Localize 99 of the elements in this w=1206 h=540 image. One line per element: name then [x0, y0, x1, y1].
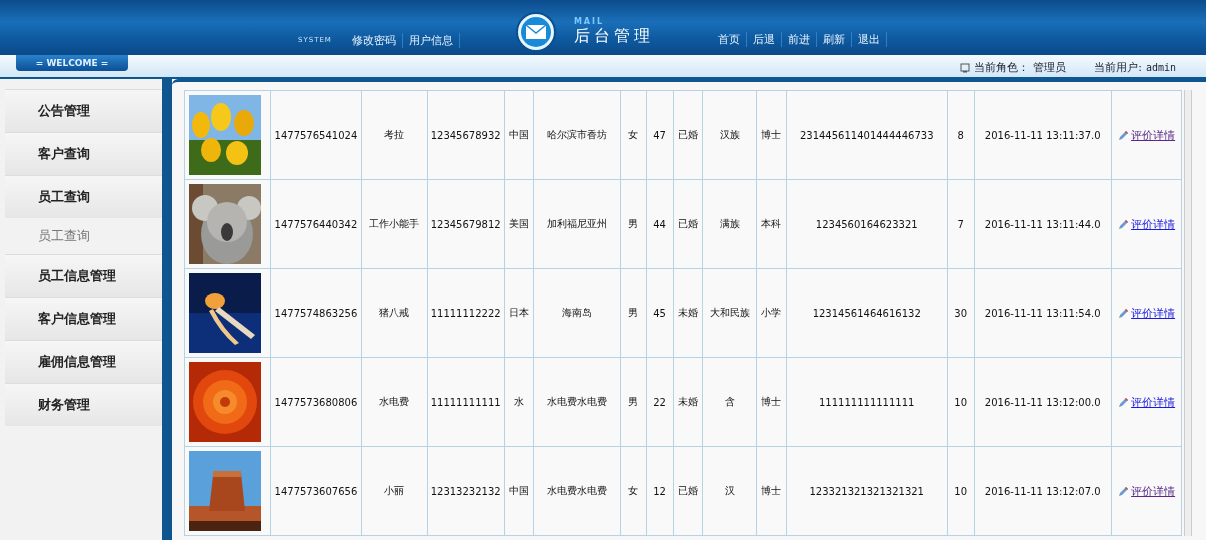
sidebar-item[interactable]: 员工查询: [5, 175, 162, 218]
table-cell: 猪八戒: [361, 268, 428, 358]
table-cell: 未婚: [673, 357, 703, 447]
sidebar-item[interactable]: 雇佣信息管理: [5, 340, 162, 383]
pencil-icon: [1118, 218, 1130, 230]
review-details-link[interactable]: 评价详情: [1131, 394, 1176, 410]
table-cell: 11111111111: [427, 357, 505, 447]
user-label: 当前用户:: [1094, 60, 1142, 75]
table-cell: 中国: [504, 446, 534, 536]
user-value: admin: [1145, 62, 1176, 73]
table-cell: 未婚: [673, 268, 703, 358]
table-cell: 水电费水电费: [533, 446, 621, 536]
table-cell: 10: [947, 446, 975, 536]
table-cell: 中国: [504, 90, 534, 180]
review-details-link[interactable]: 评价详情: [1131, 483, 1176, 499]
table-cell: 含: [702, 357, 757, 447]
table-cell: 已婚: [673, 446, 703, 536]
table-cell: 2016-11-11 13:11:44.0: [974, 179, 1112, 269]
table-cell: 博士: [756, 446, 787, 536]
nav-link[interactable]: 修改密码: [345, 32, 403, 48]
nav-link[interactable]: 前进: [781, 32, 817, 47]
table-cell: 女: [620, 90, 647, 180]
table-cell: 工作小能手: [361, 179, 428, 269]
sidebar-item[interactable]: 员工信息管理: [5, 254, 162, 297]
table-cell: 水: [504, 357, 534, 447]
table-cell: 本科: [756, 179, 787, 269]
pencil-icon: [1118, 307, 1130, 319]
table-cell: 2016-11-11 13:12:07.0: [974, 446, 1112, 536]
table-cell: 10: [947, 357, 975, 447]
table-cell: 大和民族: [702, 268, 757, 358]
table-cell: 美国: [504, 179, 534, 269]
table-cell: 12313232132: [427, 446, 505, 536]
table-cell: 1234560164623321: [786, 179, 948, 269]
table-cell: 2016-11-11 13:11:37.0: [974, 90, 1112, 180]
table-cell: 1477576541024: [270, 90, 362, 180]
logo-text: MAIL: [573, 17, 606, 26]
table-cell: 231445611401444446733: [786, 90, 948, 180]
table-cell: 已婚: [673, 90, 703, 180]
table-cell: 加利福尼亚州: [533, 179, 621, 269]
nav-link[interactable]: 首页: [711, 32, 747, 47]
table-cell: 水电费水电费: [533, 357, 621, 447]
table-cell: 111111111111111: [786, 357, 948, 447]
table-cell: 12: [646, 446, 674, 536]
table-cell: 女: [620, 446, 647, 536]
table-cell: 哈尔滨市香坊: [533, 90, 621, 180]
table-cell: 123321321321321321: [786, 446, 948, 536]
review-details-link[interactable]: 评价详情: [1131, 127, 1176, 143]
nav-link[interactable]: 退出: [851, 32, 887, 47]
scrollbar[interactable]: [1184, 90, 1192, 536]
nav-link[interactable]: 后退: [746, 32, 782, 47]
table-cell: 12314561464616132: [786, 268, 948, 358]
table-cell: 11111112222: [427, 268, 505, 358]
envelope-icon: [513, 12, 558, 52]
table-cell: 水电费: [361, 357, 428, 447]
table-cell: 22: [646, 357, 674, 447]
table-cell: 考拉: [361, 90, 428, 180]
splitter-bar[interactable]: [162, 79, 172, 540]
nav-link[interactable]: 用户信息: [402, 32, 460, 48]
review-details-link[interactable]: 评价详情: [1131, 305, 1176, 321]
table-cell: 男: [620, 268, 647, 358]
table-cell: 男: [620, 179, 647, 269]
table-cell: 2016-11-11 13:11:54.0: [974, 268, 1112, 358]
table-cell: 44: [646, 179, 674, 269]
table-cell: 海南岛: [533, 268, 621, 358]
sidebar-item[interactable]: 客户查询: [5, 132, 162, 175]
table-cell: 1477576440342: [270, 179, 362, 269]
app-title: 后台管理: [573, 26, 654, 47]
table-cell: 45: [646, 268, 674, 358]
table-cell: 汉族: [702, 90, 757, 180]
table-cell: 2016-11-11 13:12:00.0: [974, 357, 1112, 447]
sidebar-item[interactable]: 公告管理: [5, 89, 162, 132]
review-details-link[interactable]: 评价详情: [1131, 216, 1176, 232]
pencil-icon: [1118, 485, 1130, 497]
table-cell: 47: [646, 90, 674, 180]
table-cell: 博士: [756, 357, 787, 447]
table-cell: 30: [947, 268, 975, 358]
table-cell: 8: [947, 90, 975, 180]
nav-link[interactable]: 刷新: [816, 32, 852, 47]
table-cell: 小学: [756, 268, 787, 358]
table-cell: 已婚: [673, 179, 703, 269]
role-value: 管理员: [1033, 60, 1067, 75]
table-cell: 男: [620, 357, 647, 447]
sidebar-item[interactable]: 客户信息管理: [5, 297, 162, 340]
table-cell: 1477573680806: [270, 357, 362, 447]
table-cell: 1477573607656: [270, 446, 362, 536]
sidebar-item[interactable]: 财务管理: [5, 383, 162, 426]
pencil-icon: [1118, 396, 1130, 408]
table-cell: 汉: [702, 446, 757, 536]
table-cell: 小丽: [361, 446, 428, 536]
table-cell: 7: [947, 179, 975, 269]
monitor-icon: [960, 62, 971, 73]
table-cell: 12345678932: [427, 90, 505, 180]
table-cell: 日本: [504, 268, 534, 358]
pencil-icon: [1118, 129, 1130, 141]
role-label: 当前角色：: [974, 60, 1030, 75]
table-cell: 1477574863256: [270, 268, 362, 358]
table-cell: 博士: [756, 90, 787, 180]
table-cell: 满族: [702, 179, 757, 269]
table-cell: 12345679812: [427, 179, 505, 269]
